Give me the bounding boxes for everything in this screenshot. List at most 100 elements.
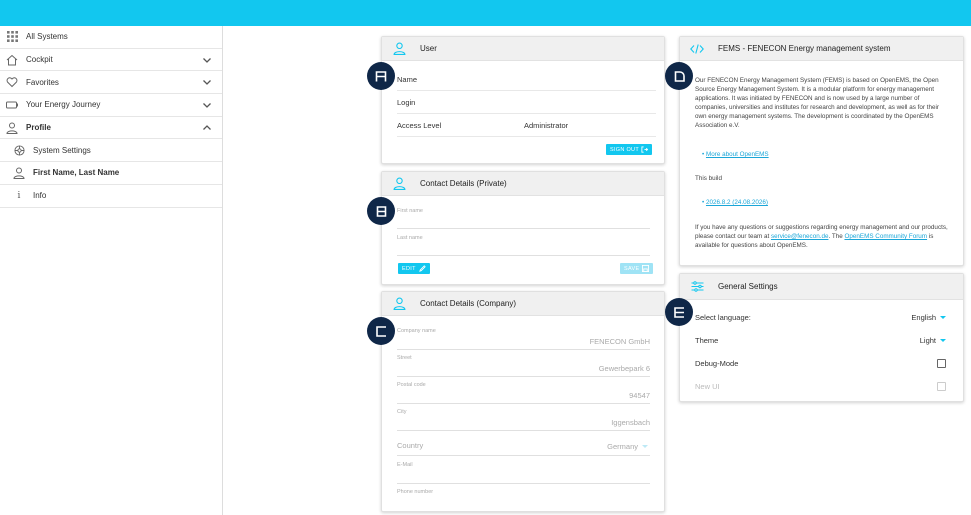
chevron-down-icon[interactable] [202, 100, 212, 110]
theme-value: Light [919, 335, 936, 345]
login-label: Login [397, 98, 416, 107]
save-icon [642, 265, 650, 272]
theme-select[interactable]: Light [920, 336, 946, 345]
card-title: Contact Details (Private) [420, 179, 507, 188]
country-select[interactable]: Country Germany [397, 436, 650, 456]
sidebar-item-profile[interactable]: Profile [0, 117, 222, 140]
phone-field[interactable]: Phone number [397, 489, 650, 511]
new-ui-checkbox[interactable] [937, 381, 946, 391]
street-label: Street [397, 355, 412, 361]
pencil-icon [418, 265, 426, 272]
sidebar-item-label: Profile [26, 123, 51, 133]
service-email-link[interactable]: service@fenecon.de [771, 233, 829, 240]
sidebar-item-label: System Settings [33, 145, 91, 155]
name-row: Name [397, 69, 656, 91]
first-name-field[interactable]: First name [397, 208, 650, 229]
user-card: User Name Login Access Level Administrat… [381, 36, 665, 164]
city-field[interactable]: City Iggensbach [397, 409, 650, 431]
card-title: User [420, 44, 437, 53]
private-contact-card: Contact Details (Private) First name Las… [381, 171, 665, 285]
debug-mode-label: Debug-Mode [695, 358, 739, 368]
person-icon [12, 166, 26, 180]
debug-mode-checkbox-wrap [937, 358, 946, 368]
person-icon [5, 121, 19, 135]
private-contact-header: Contact Details (Private) [382, 172, 664, 196]
first-name-label: First name [397, 208, 423, 214]
info-icon: i [17, 190, 21, 201]
new-ui-label: New UI [695, 381, 720, 391]
sign-out-button[interactable]: SIGN OUT [606, 144, 652, 155]
sidebar-item-info[interactable]: i Info [0, 185, 222, 208]
caret-down-icon [940, 338, 946, 342]
last-name-field[interactable]: Last name [397, 235, 650, 256]
sidebar-item-cockpit[interactable]: Cockpit [0, 49, 222, 72]
email-field[interactable]: E-Mail [397, 462, 650, 484]
language-select[interactable]: English [911, 313, 946, 322]
save-button[interactable]: SAVE [620, 263, 654, 274]
code-icon [690, 42, 704, 56]
annotation-badge-a [367, 62, 395, 90]
city-label: City [397, 409, 407, 415]
community-forum-link[interactable]: OpenEMS Community Forum [844, 233, 927, 240]
sidebar-item-favorites[interactable]: Favorites [0, 71, 222, 95]
more-about-openems-link[interactable]: More about OpenEMS [706, 151, 769, 158]
city-value: Iggensbach [611, 418, 650, 427]
name-label: Name [397, 75, 418, 84]
chevron-up-icon[interactable] [202, 123, 212, 133]
sidebar-item-all-systems[interactable]: All Systems [0, 26, 222, 49]
email-label: E-Mail [397, 462, 413, 468]
sidebar-item-label: Cockpit [26, 55, 53, 65]
last-name-label: Last name [397, 235, 423, 241]
person-icon [392, 177, 406, 191]
company-name-field[interactable]: Company name FENECON GmbH [397, 328, 650, 350]
main-content: User Name Login Access Level Administrat… [223, 26, 971, 515]
new-ui-row: New UI [695, 375, 946, 397]
sliders-icon [690, 280, 704, 294]
caret-down-icon [940, 315, 946, 319]
sidebar-item-first-last-name[interactable]: First Name, Last Name [0, 162, 222, 185]
settings-icon [12, 143, 26, 157]
contact-paragraph: If you have any questions or suggestions… [695, 224, 948, 251]
sidebar-item-system-settings[interactable]: System Settings [0, 139, 222, 163]
annotation-badge-d [665, 62, 693, 90]
postal-code-value: 94547 [629, 391, 650, 400]
debug-mode-checkbox[interactable] [937, 358, 946, 368]
theme-label: Theme [695, 335, 719, 345]
sign-out-label: SIGN OUT [610, 146, 639, 153]
sidebar-item-energy-journey[interactable]: Your Energy Journey [0, 94, 222, 117]
annotation-badge-c [367, 317, 395, 345]
login-row: Login [397, 92, 656, 114]
language-row: Select language: English [695, 306, 946, 328]
sidebar-item-label: All Systems [26, 32, 68, 42]
grid-icon [5, 30, 19, 44]
top-bar [0, 0, 971, 26]
about-intro: Our FENECON Energy Management System (FE… [695, 77, 939, 129]
country-label: Country [397, 441, 424, 450]
general-settings-header: General Settings [680, 274, 963, 300]
postal-code-field[interactable]: Postal code 94547 [397, 382, 650, 404]
logout-icon [641, 146, 648, 153]
new-ui-checkbox-wrap [937, 381, 946, 391]
battery-icon [5, 98, 19, 112]
bullet: • [702, 151, 705, 158]
edit-button[interactable]: EDIT [398, 263, 430, 274]
sidebar: All Systems Cockpit Favorites Your Energ… [0, 26, 223, 515]
access-level-row: Access Level Administrator [397, 115, 656, 137]
street-field[interactable]: Street Gewerbepark 6 [397, 355, 650, 377]
chevron-down-icon[interactable] [202, 77, 212, 87]
card-title: General Settings [718, 282, 778, 291]
contact-mid: . The [828, 232, 845, 240]
about-card-header: FEMS - FENECON Energy management system [680, 37, 963, 61]
caret-down-icon [642, 445, 648, 448]
user-card-header: User [382, 37, 664, 61]
postal-code-label: Postal code [397, 382, 426, 388]
company-contact-card: Contact Details (Company) Company name F… [381, 291, 665, 512]
home-icon [5, 53, 19, 67]
chevron-down-icon[interactable] [202, 55, 212, 65]
annotation-badge-b [367, 197, 395, 225]
person-icon [392, 42, 406, 56]
debug-mode-row: Debug-Mode [695, 352, 946, 374]
language-value: English [911, 312, 936, 322]
build-version-item: • 2026.8.2 (24.08.2026) [702, 199, 948, 208]
build-version-link[interactable]: 2026.8.2 (24.08.2026) [706, 199, 768, 206]
